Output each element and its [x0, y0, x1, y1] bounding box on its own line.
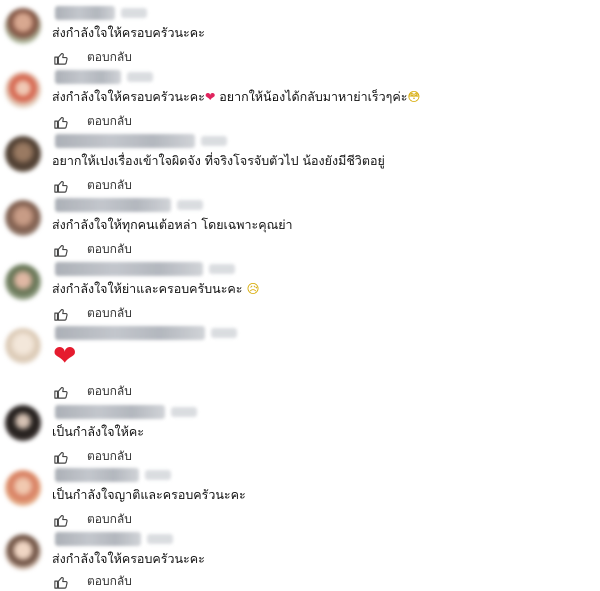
avatar[interactable] [5, 8, 41, 44]
reply-button[interactable]: ตอบกลับ [87, 510, 132, 529]
avatar[interactable] [5, 264, 41, 300]
reply-button[interactable]: ตอบกลับ [87, 447, 132, 466]
reply-button[interactable]: ตอบกลับ [87, 112, 132, 131]
comment-text: ส่งกำลังใจให้ย่าและครอบครับนะคะ 😥 [52, 281, 260, 296]
flushed-face-emoji-icon: 😳 [407, 89, 421, 104]
commenter-name[interactable] [55, 262, 235, 276]
avatar[interactable] [5, 534, 41, 570]
sad-face-emoji-icon: 😥 [246, 281, 260, 296]
comment-actions: ตอบกลับ [53, 112, 132, 131]
reply-button[interactable]: ตอบกลับ [87, 572, 132, 591]
reply-button[interactable]: ตอบกลับ [87, 176, 132, 195]
commenter-name[interactable] [55, 532, 173, 546]
commenter-name[interactable] [55, 134, 227, 148]
heart-emoji-icon: ❤ [204, 89, 216, 104]
reply-button[interactable]: ตอบกลับ [87, 48, 132, 67]
comment-actions: ตอบกลับ [53, 304, 132, 323]
comment-item: ส่งกำลังใจให้ครอบครัวนะคะ ตอบกลับ [0, 532, 600, 590]
comment-actions: ตอบกลับ [53, 382, 132, 401]
avatar[interactable] [5, 405, 41, 441]
commenter-name[interactable] [55, 405, 197, 419]
comment-item: ส่งกำลังใจให้ย่าและครอบครับนะคะ 😥 ตอบกลั… [0, 262, 600, 322]
comment-item: ❤ ตอบกลับ [0, 326, 600, 402]
thumbs-up-icon[interactable] [53, 306, 69, 322]
heart-emoji-icon: ❤ [53, 339, 77, 372]
comment-list: ส่งกำลังใจให้ครอบครัวนะคะ ตอบกลับ ส่งกำล… [0, 0, 600, 590]
thumbs-up-icon[interactable] [53, 178, 69, 194]
comment-item: ส่งกำลังใจให้ครอบครัวนะคะ ตอบกลับ [0, 6, 600, 66]
comment-actions: ตอบกลับ [53, 510, 132, 529]
avatar[interactable] [5, 328, 41, 364]
thumbs-up-icon[interactable] [53, 114, 69, 130]
commenter-name[interactable] [55, 70, 153, 84]
avatar[interactable] [5, 72, 41, 108]
comment-text: ส่งกำลังใจให้ทุกคนเต้อหล่า โดยเฉพาะคุณย่… [52, 217, 293, 232]
thumbs-up-icon[interactable] [53, 574, 69, 590]
comment-item: ส่งกำลังใจให้ครอบครัวนะคะ❤ อยากให้น้องได… [0, 70, 600, 130]
comment-actions: ตอบกลับ [53, 447, 132, 466]
reply-button[interactable]: ตอบกลับ [87, 304, 132, 323]
comment-item: อยากให้เปงเรื่องเข้าใจผิดจัง ที่จริงโจรจ… [0, 134, 600, 194]
comment-actions: ตอบกลับ [53, 240, 132, 259]
comment-text: ส่งกำลังใจให้ครอบครัวนะคะ❤ อยากให้น้องได… [52, 89, 421, 104]
comment-actions: ตอบกลับ [53, 176, 132, 195]
reply-button[interactable]: ตอบกลับ [87, 240, 132, 259]
comment-text: ส่งกำลังใจให้ครอบครัวนะคะ [52, 551, 205, 566]
avatar[interactable] [5, 200, 41, 236]
comment-text: เป็นกำลังใจให้คะ [52, 424, 144, 439]
comment-actions: ตอบกลับ [53, 48, 132, 67]
commenter-name[interactable] [55, 6, 147, 20]
reply-button[interactable]: ตอบกลับ [87, 382, 132, 401]
thumbs-up-icon[interactable] [53, 384, 69, 400]
comment-item: เป็นกำลังใจญาติและครอบครัวนะคะ ตอบกลับ [0, 468, 600, 528]
comment-item: เป็นกำลังใจให้คะ ตอบกลับ [0, 405, 600, 465]
commenter-name[interactable] [55, 468, 171, 482]
avatar[interactable] [5, 470, 41, 506]
thumbs-up-icon[interactable] [53, 512, 69, 528]
comment-item: ส่งกำลังใจให้ทุกคนเต้อหล่า โดยเฉพาะคุณย่… [0, 198, 600, 258]
commenter-name[interactable] [55, 326, 237, 340]
avatar[interactable] [5, 136, 41, 172]
thumbs-up-icon[interactable] [53, 50, 69, 66]
thumbs-up-icon[interactable] [53, 449, 69, 465]
comment-text: อยากให้เปงเรื่องเข้าใจผิดจัง ที่จริงโจรจ… [52, 153, 385, 168]
commenter-name[interactable] [55, 198, 203, 212]
comment-text: เป็นกำลังใจญาติและครอบครัวนะคะ [52, 487, 246, 502]
comment-actions: ตอบกลับ [53, 572, 132, 591]
comment-text: ส่งกำลังใจให้ครอบครัวนะคะ [52, 25, 205, 40]
thumbs-up-icon[interactable] [53, 242, 69, 258]
